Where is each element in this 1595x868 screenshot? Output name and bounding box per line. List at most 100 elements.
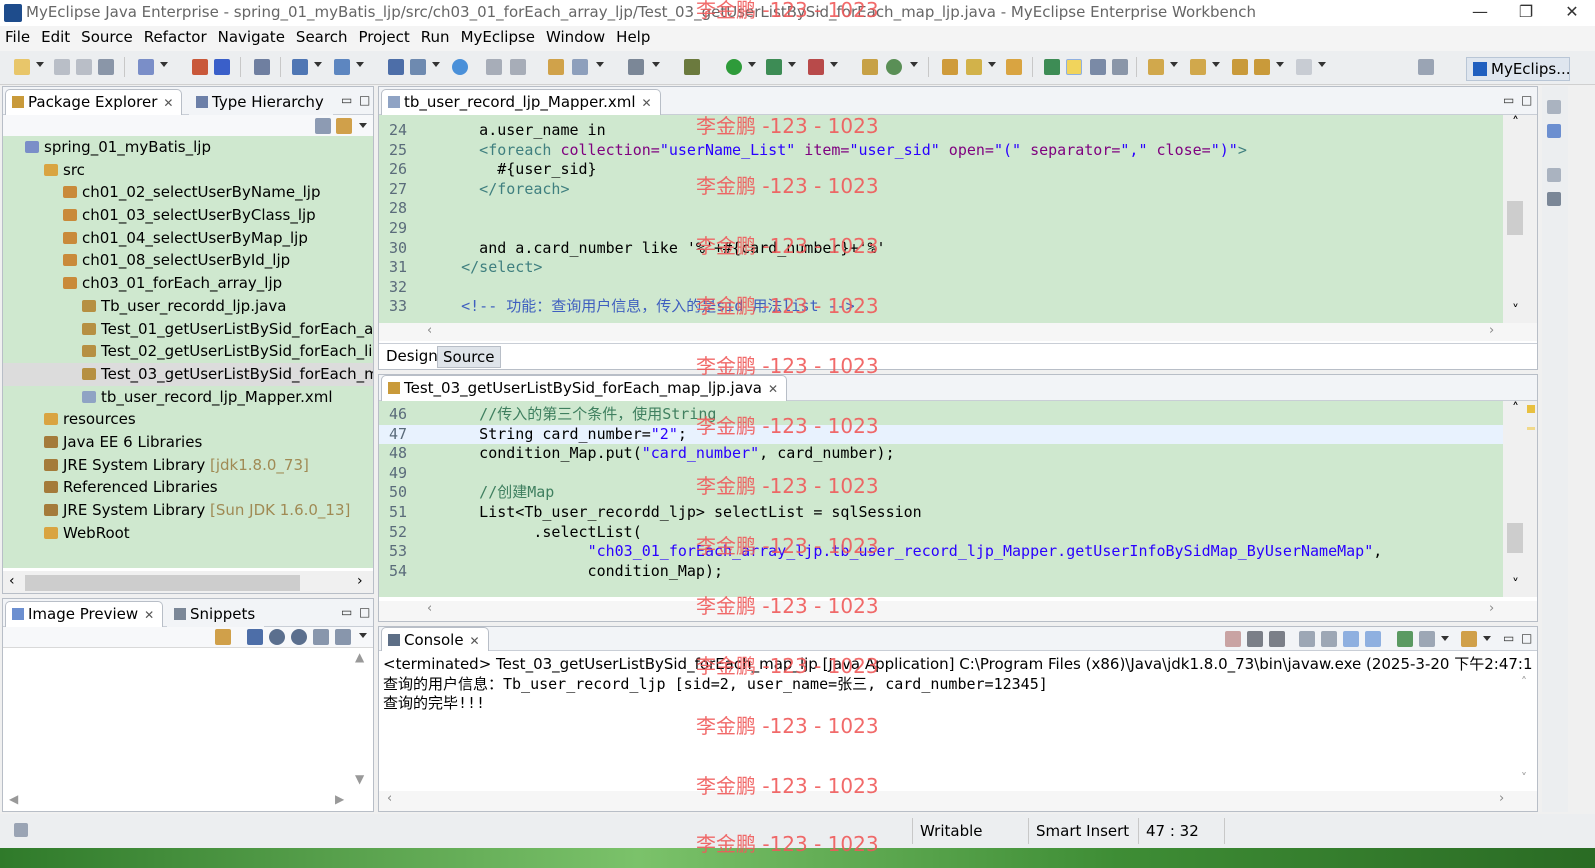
menu-edit[interactable]: Edit (36, 26, 76, 46)
zoom-out-icon[interactable] (269, 629, 285, 645)
new-icon[interactable] (14, 59, 30, 75)
code-line[interactable]: 47 String card_number="2"; (379, 424, 1503, 445)
scroll-down-icon[interactable]: ▼ (355, 772, 364, 786)
link-with-editor-icon[interactable] (336, 118, 352, 134)
menu-refactor[interactable]: Refactor (139, 26, 213, 46)
myeclipse-perspective-button[interactable]: MyEclips... (1466, 57, 1571, 81)
remove-launch-icon[interactable] (1247, 631, 1263, 647)
menu-source[interactable]: Source (76, 26, 139, 46)
refresh-dropdown-icon[interactable] (910, 62, 918, 67)
menu-myeclipse[interactable]: MyEclipse (456, 26, 541, 46)
maximize-button[interactable]: ❐ (1503, 0, 1549, 26)
forward-icon[interactable] (1296, 59, 1312, 75)
last-edit-icon[interactable] (1232, 59, 1248, 75)
tree-item[interactable]: resources (3, 408, 373, 431)
minimize-view-icon[interactable]: ▭ (341, 93, 352, 107)
mark-occurrences-icon[interactable] (1066, 59, 1082, 75)
minimize-editor-icon[interactable]: ▭ (1503, 93, 1514, 107)
actual-size-icon[interactable] (313, 629, 329, 645)
fit-image-icon[interactable] (247, 629, 263, 645)
project-dropdown-icon[interactable] (314, 62, 322, 67)
code-line[interactable]: 49 (379, 464, 1503, 484)
tree-item[interactable]: JRE System Library [jdk1.8.0_73] (3, 454, 373, 477)
open-file-icon[interactable] (1006, 59, 1022, 75)
tree-item[interactable]: ch03_01_forEach_array_ljp (3, 272, 373, 295)
next-annotation-icon[interactable] (1148, 59, 1164, 75)
tree-item[interactable]: ch01_08_selectUserById_ljp (3, 249, 373, 272)
new-class-icon[interactable] (334, 59, 350, 75)
code-line[interactable]: 26 #{user_sid} (379, 160, 1503, 180)
maximize-view-icon[interactable]: □ (359, 605, 370, 619)
close-tab-icon[interactable]: ✕ (768, 382, 778, 396)
close-button[interactable]: ✕ (1549, 0, 1595, 26)
code-line[interactable]: 52 .selectList( (379, 523, 1503, 543)
minimize-view-icon[interactable]: ▭ (341, 605, 352, 619)
link-icon[interactable] (215, 629, 231, 645)
screenshot-dropdown-icon[interactable] (652, 62, 660, 67)
quick-access-icon[interactable] (1044, 59, 1060, 75)
tab-snippets[interactable]: Snippets (167, 601, 265, 627)
pin-console-icon[interactable] (1397, 631, 1413, 647)
run-dropdown-icon[interactable] (748, 62, 756, 67)
menu-navigate[interactable]: Navigate (213, 26, 291, 46)
close-tab-icon[interactable]: ✕ (144, 608, 154, 622)
scroll-left-icon[interactable]: ‹ (427, 323, 432, 338)
code-line[interactable]: 51 List<Tb_user_recordd_ljp> selectList … (379, 503, 1503, 523)
menu-search[interactable]: Search (291, 26, 354, 46)
previous-annotation-icon[interactable] (1190, 59, 1206, 75)
web-services-dropdown-icon[interactable] (596, 62, 604, 67)
console-horizontal-scrollbar[interactable]: ‹ › (379, 791, 1537, 811)
back-history-icon[interactable] (486, 59, 502, 75)
maximize-view-icon[interactable]: □ (1521, 631, 1532, 645)
open-type-icon[interactable] (388, 59, 404, 75)
zoom-in-icon[interactable] (291, 629, 307, 645)
scroll-up-icon[interactable]: ˄ (1512, 115, 1519, 131)
open-perspective-icon[interactable] (1418, 59, 1434, 75)
scroll-left-icon[interactable]: ‹ (9, 573, 15, 589)
display-console-dropdown-icon[interactable] (1441, 636, 1449, 641)
terminate-icon[interactable] (1225, 631, 1241, 647)
code-line[interactable]: 30 and a.card_number like '%'+#{card_num… (379, 239, 1503, 259)
restore-icon[interactable] (1547, 168, 1561, 182)
menu-help[interactable]: Help (611, 26, 656, 46)
tree-item[interactable]: Test_02_getUserListBySid_forEach_list (3, 340, 373, 363)
java-source-area[interactable]: 46 //传入的第三个条件，使用String 47 String card_num… (379, 401, 1503, 597)
forward-dropdown-icon[interactable] (1318, 62, 1326, 67)
tab-console[interactable]: Console ✕ (381, 627, 489, 651)
tree-item[interactable]: Java EE 6 Libraries (3, 431, 373, 454)
code-line[interactable]: 54 condition_Map); (379, 562, 1503, 582)
save-icon[interactable] (54, 59, 70, 75)
next-annotation-dropdown-icon[interactable] (1170, 62, 1178, 67)
scroll-right-icon[interactable]: ▶ (335, 792, 344, 806)
scroll-right-icon[interactable]: › (357, 573, 363, 589)
scroll-left-icon[interactable]: ‹ (387, 791, 392, 806)
back-icon[interactable] (1254, 59, 1270, 75)
code-line[interactable]: 33 <!-- 功能：查询用户信息，传入的是sid 用法list --> (379, 297, 1503, 317)
remove-all-icon[interactable] (1269, 631, 1285, 647)
manage-deploy-icon[interactable] (214, 59, 230, 75)
tree-item[interactable]: Test_03_getUserListBySid_forEach_ma (3, 362, 373, 386)
fit-window-icon[interactable] (335, 629, 351, 645)
deploy-icon[interactable] (192, 59, 208, 75)
open-console-dropdown-icon[interactable] (1483, 636, 1491, 641)
code-line[interactable]: 31 </select> (379, 258, 1503, 278)
collapse-all-icon[interactable] (315, 118, 331, 134)
tab-mapper-xml[interactable]: tb_user_record_ljp_Mapper.xml ✕ (381, 89, 661, 115)
external-tools-icon[interactable] (808, 59, 824, 75)
run-server-dropdown-icon[interactable] (788, 62, 796, 67)
maximize-editor-icon[interactable]: □ (1521, 93, 1532, 107)
class-dropdown-icon[interactable] (356, 62, 364, 67)
scroll-left-icon[interactable]: ◀ (9, 792, 18, 806)
scroll-up-icon[interactable]: ˄ (1521, 675, 1527, 689)
refresh-icon[interactable] (886, 59, 902, 75)
print-icon[interactable] (98, 59, 114, 75)
word-wrap-icon[interactable] (1343, 631, 1359, 647)
new-server-icon[interactable] (138, 59, 154, 75)
close-tab-icon[interactable]: ✕ (470, 634, 480, 648)
code-line[interactable]: 25 <foreach collection="userName_List" i… (379, 141, 1503, 161)
tree-item[interactable]: Referenced Libraries (3, 476, 373, 499)
outline-icon[interactable] (1547, 124, 1561, 138)
open-folder-icon[interactable] (942, 59, 958, 75)
scroll-left-icon[interactable]: ‹ (427, 601, 432, 616)
web-services-icon[interactable] (572, 59, 588, 75)
